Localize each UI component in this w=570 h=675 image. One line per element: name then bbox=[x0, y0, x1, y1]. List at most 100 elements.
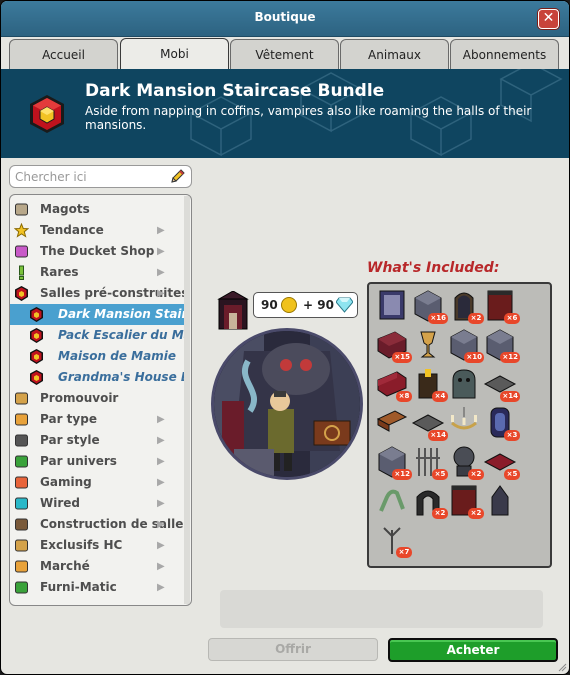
resize-handle-icon[interactable] bbox=[557, 662, 567, 672]
nav-item-11[interactable]: Par style ▶ bbox=[10, 430, 186, 451]
included-item[interactable] bbox=[375, 405, 409, 439]
included-item[interactable] bbox=[447, 405, 481, 439]
tab-mobi[interactable]: Mobi bbox=[120, 38, 229, 70]
tab-abonnements[interactable]: Abonnements bbox=[450, 39, 559, 70]
included-item[interactable]: ×12 bbox=[483, 327, 520, 363]
quantity-badge: ×5 bbox=[504, 469, 520, 480]
nav-item-2[interactable]: The Ducket Shop ▶ bbox=[10, 241, 186, 262]
nav-item-label: Par type bbox=[40, 412, 97, 426]
included-item[interactable]: ×5 bbox=[411, 444, 448, 480]
included-item[interactable]: ×12 bbox=[375, 444, 412, 480]
coins-icon bbox=[14, 202, 29, 217]
quantity-badge: ×14 bbox=[500, 391, 520, 402]
included-item[interactable] bbox=[375, 483, 409, 517]
market-icon bbox=[14, 559, 29, 574]
product-description: Aside from napping in coffins, vampires … bbox=[85, 104, 532, 132]
nav-item-10[interactable]: Par type ▶ bbox=[10, 409, 186, 430]
gothic-door-icon bbox=[491, 485, 509, 516]
included-item[interactable]: ×7 bbox=[375, 522, 412, 558]
nav-item-17[interactable]: Marché ▶ bbox=[10, 556, 186, 577]
included-item[interactable]: ×2 bbox=[411, 483, 448, 519]
nav-item-4[interactable]: Salles pré-construites ▶ bbox=[10, 283, 186, 304]
chevron-right-icon: ▶ bbox=[157, 225, 165, 236]
included-item[interactable]: ×5 bbox=[483, 444, 520, 480]
nav-item-label: Magots bbox=[40, 202, 90, 216]
offer-button[interactable]: Offrir bbox=[208, 638, 378, 661]
catalog-window: Boutique ✕ Accueil Mobi Vêtement Animaux… bbox=[0, 0, 570, 675]
nav-item-12[interactable]: Par univers ▶ bbox=[10, 451, 186, 472]
included-item[interactable]: ×15 bbox=[375, 327, 412, 363]
nav-item-7[interactable]: Maison de Mamie bbox=[10, 346, 186, 367]
star-icon bbox=[13, 222, 30, 238]
buy-button[interactable]: Acheter bbox=[388, 638, 558, 662]
included-item[interactable]: ×3 bbox=[483, 405, 520, 441]
nav-item-18[interactable]: Furni-Matic ▶ bbox=[10, 577, 186, 598]
nav-item-label: Wired bbox=[40, 496, 80, 510]
hc-icon bbox=[14, 538, 29, 553]
included-item[interactable]: ×2 bbox=[447, 288, 484, 324]
nav-item-14[interactable]: Wired ▶ bbox=[10, 493, 186, 514]
nav-item-label: Par univers bbox=[40, 454, 117, 468]
quantity-badge: ×2 bbox=[468, 469, 484, 480]
quantity-badge: ×16 bbox=[428, 313, 448, 324]
nav-item-1[interactable]: Tendance ▶ bbox=[10, 220, 186, 241]
included-item[interactable]: ×10 bbox=[447, 327, 484, 363]
window-title: Boutique bbox=[254, 10, 316, 24]
nav-item-13[interactable]: Gaming ▶ bbox=[10, 472, 186, 493]
included-item[interactable] bbox=[375, 288, 409, 322]
included-item[interactable]: ×16 bbox=[411, 288, 448, 324]
search-box bbox=[9, 165, 192, 188]
quantity-badge: ×4 bbox=[432, 391, 448, 402]
nav-item-16[interactable]: Exclusifs HC ▶ bbox=[10, 535, 186, 556]
tab-vetement[interactable]: Vêtement bbox=[230, 39, 339, 70]
search-input[interactable] bbox=[15, 169, 165, 185]
product-title: Dark Mansion Staircase Bundle bbox=[85, 81, 385, 101]
pickaxe-icon bbox=[14, 517, 29, 532]
room-preview bbox=[211, 328, 363, 480]
included-item[interactable] bbox=[483, 483, 517, 517]
included-item[interactable]: ×14 bbox=[483, 366, 520, 402]
nav-item-15[interactable]: Construction de salle ▶ bbox=[10, 514, 186, 535]
included-item[interactable]: ×14 bbox=[411, 405, 448, 441]
cube-icon bbox=[14, 286, 29, 301]
nav-scrollbar[interactable] bbox=[184, 196, 190, 604]
title-bar[interactable]: Boutique ✕ bbox=[1, 1, 569, 37]
included-item[interactable]: ×6 bbox=[483, 288, 520, 324]
included-item[interactable]: ×4 bbox=[411, 366, 448, 402]
included-item[interactable] bbox=[447, 366, 481, 400]
nav-item-3[interactable]: Rares ▶ bbox=[10, 262, 186, 283]
tab-animaux[interactable]: Animaux bbox=[340, 39, 449, 70]
columns-icon bbox=[14, 433, 29, 448]
cube-icon bbox=[29, 370, 44, 385]
chevron-right-icon: ▶ bbox=[157, 582, 165, 593]
nav-item-6[interactable]: Pack Escalier du Manoir bbox=[10, 325, 186, 346]
nav-item-0[interactable]: Magots bbox=[10, 199, 186, 220]
included-item[interactable] bbox=[411, 327, 445, 361]
quantity-badge: ×2 bbox=[468, 313, 484, 324]
chevron-right-icon: ▶ bbox=[157, 246, 165, 257]
promote-icon bbox=[14, 391, 29, 406]
included-item[interactable]: ×2 bbox=[447, 483, 484, 519]
chevron-right-icon: ▶ bbox=[157, 561, 165, 572]
cube-icon bbox=[29, 328, 44, 343]
chandelier-icon bbox=[451, 407, 477, 430]
plant-icon bbox=[14, 454, 29, 469]
included-item[interactable]: ×8 bbox=[375, 366, 412, 402]
chevron-right-icon: ▶ bbox=[157, 414, 165, 425]
pencil-icon[interactable] bbox=[169, 168, 186, 185]
cube-icon bbox=[29, 307, 44, 322]
close-icon: ✕ bbox=[542, 10, 555, 26]
cube-icon bbox=[29, 349, 44, 364]
quantity-badge: ×15 bbox=[392, 352, 412, 363]
nav-item-label: Par style bbox=[40, 433, 100, 447]
chevron-right-icon: ▶ bbox=[157, 456, 165, 467]
nav-item-5[interactable]: Dark Mansion Staircase bbox=[10, 304, 186, 325]
included-item[interactable]: ×2 bbox=[447, 444, 484, 480]
category-nav: Magots Tendance ▶ The Ducket Shop ▶ Rares ▶ Sal… bbox=[9, 194, 192, 606]
nav-item-label: Exclusifs HC bbox=[40, 538, 123, 552]
close-button[interactable]: ✕ bbox=[538, 9, 559, 29]
nav-item-9[interactable]: Promouvoir bbox=[10, 388, 186, 409]
tab-accueil[interactable]: Accueil bbox=[9, 39, 118, 70]
nav-item-8[interactable]: Grandma's House Bundl bbox=[10, 367, 186, 388]
nav-item-label: Promouvoir bbox=[40, 391, 119, 405]
